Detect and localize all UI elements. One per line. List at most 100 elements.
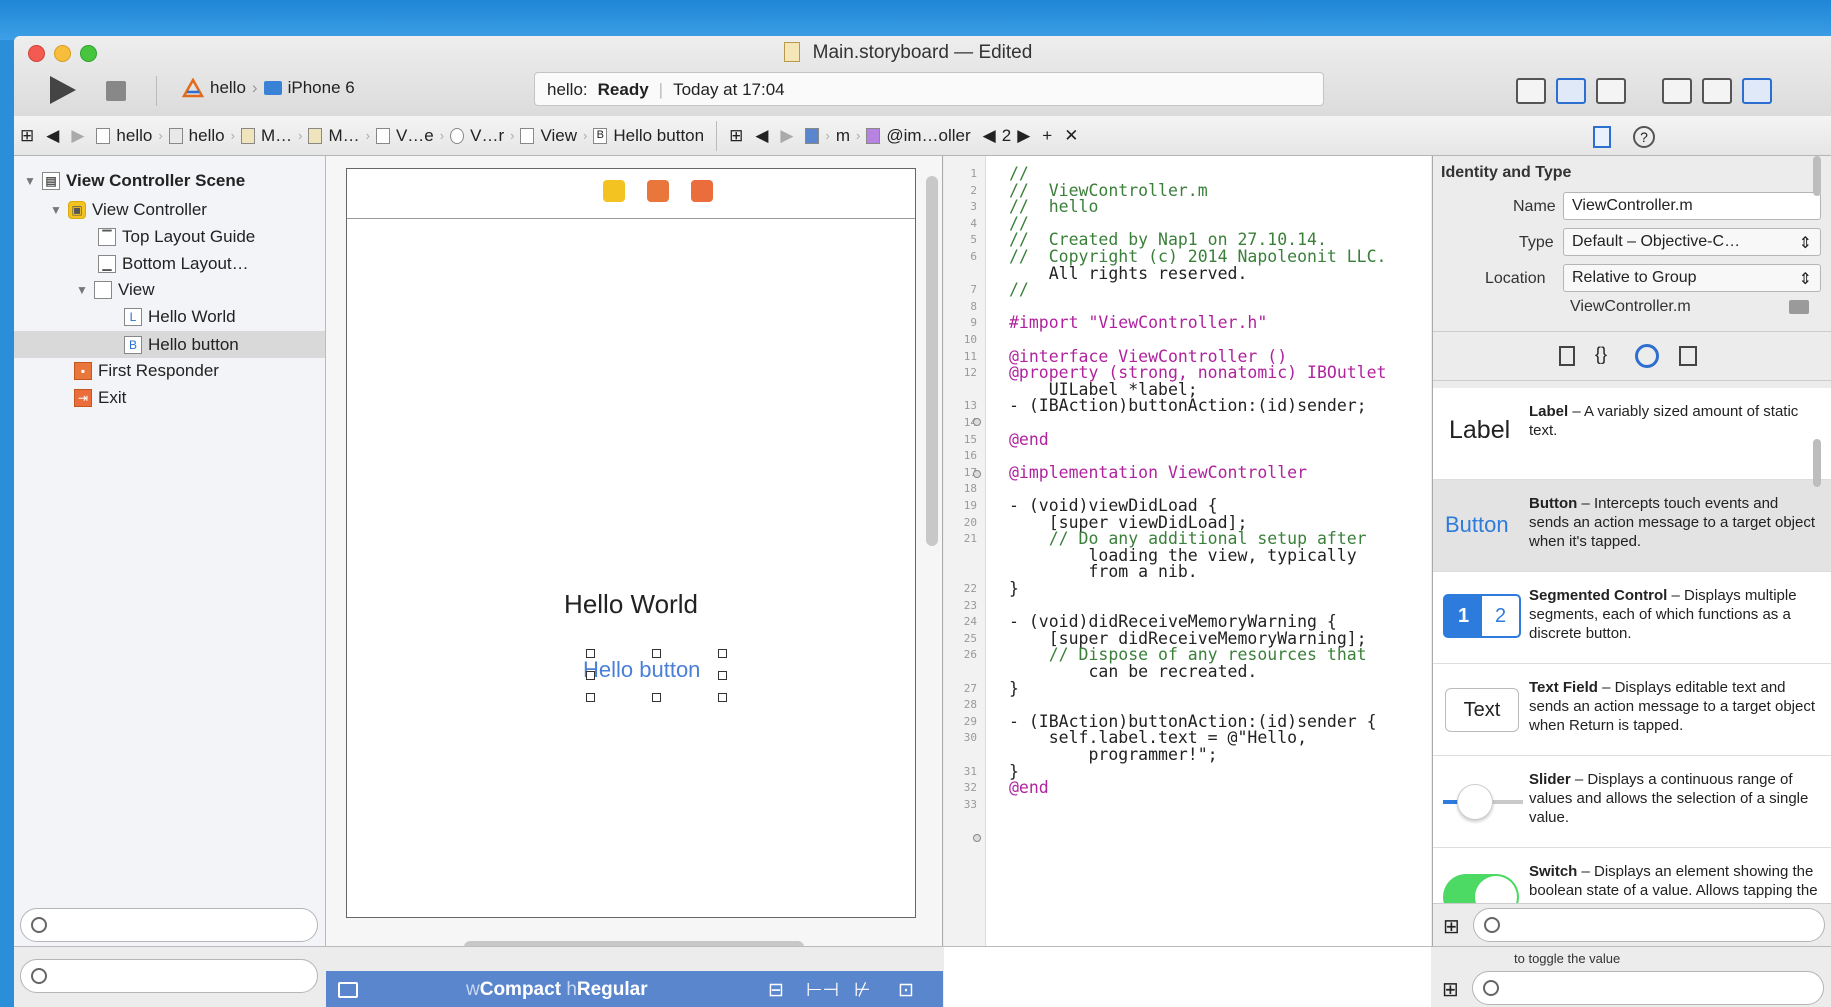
crumb-hello-button[interactable]: B Hello button [587,126,710,146]
toggle-utilities-icon[interactable] [1742,78,1772,104]
resolve-issues-icon[interactable]: ⊬ [854,979,871,1002]
file-template-library-icon[interactable] [1559,346,1575,366]
scheme-selector[interactable]: hello › iPhone 6 [182,78,355,98]
resize-handle[interactable] [652,693,661,702]
filter-icon [31,968,47,984]
crumb-view-controller[interactable]: V…r [444,126,510,146]
crumb-view[interactable]: View [514,126,583,146]
outline-bottom-layout-guide[interactable]: ▁ Bottom Layout… [98,252,249,276]
outline-label: Hello button [148,334,239,354]
dock-exit-icon[interactable] [691,180,713,202]
outline-hello-button[interactable]: B Hello button [14,331,325,358]
type-select[interactable]: Default – Objective-C… ⇕ [1563,228,1821,256]
inspector-scrollbar[interactable] [1813,156,1821,196]
outlet-connection-icon[interactable] [973,418,981,426]
vertical-scrollbar[interactable] [926,176,938,546]
outline-hello-world-label[interactable]: L Hello World [124,305,236,329]
align-icon[interactable]: ⊟ [768,979,784,1002]
assistant-editor-icon[interactable] [1556,78,1586,104]
toggle-debug-area-icon[interactable] [1702,78,1732,104]
library-item-label[interactable]: Label Label – A variably sized amount of… [1433,388,1831,480]
close-assistant-icon[interactable]: ✕ [1058,126,1084,146]
outline-view-controller[interactable]: ▼ ▣ View Controller [50,198,207,222]
outline-filter-field[interactable] [20,908,318,942]
storyboard-canvas[interactable]: Hello World Hello button wCompact hRegul… [326,156,943,988]
library-item-segmented-control[interactable]: 1 2 Segmented Control – Displays multipl… [1433,572,1831,664]
crumb-storyboard-base[interactable]: M… [302,126,365,146]
action-connection-icon[interactable] [973,470,981,478]
forward-arrow-icon[interactable]: ▶ [65,126,90,146]
assistant-mode-icon[interactable] [799,127,825,144]
crumb-implementation[interactable]: @im…oller [860,126,976,146]
run-button[interactable] [50,76,76,104]
crumb-m-file[interactable]: m [830,126,856,146]
location-select[interactable]: Relative to Group ⇕ [1563,264,1821,292]
pin-icon[interactable]: ⊢⊣ [806,979,839,1002]
ghost-library-filter[interactable] [1472,971,1824,1005]
dock-first-responder-icon[interactable] [647,180,669,202]
hello-world-label[interactable]: Hello World [347,589,915,620]
counterpart-stepper[interactable]: ◀ 2 ▶ [977,126,1037,146]
file-inspector-icon[interactable] [1593,126,1611,148]
resize-handle[interactable] [586,693,595,702]
library-item-button[interactable]: Button Button – Intercepts touch events … [1433,480,1831,572]
outline-first-responder[interactable]: ▪ First Responder [74,359,219,383]
crumb-scene[interactable]: V…e [370,126,440,146]
standard-editor-icon[interactable] [1516,78,1546,104]
ghost-size-class-bar[interactable]: wCompact hRegular ⊟ ⊢⊣ ⊬ ⊡ [326,971,943,1007]
view-controller-frame[interactable]: Hello World Hello button [346,168,916,918]
resize-handle[interactable] [718,649,727,658]
assistant-code-editor[interactable]: 1 2 3 4 5 6 7 8 9 10 11 12 13 14 15 16 17 18 19 20 21 22 23 24 2… [944,156,1431,946]
disclosure-triangle-icon[interactable]: ▼ [76,283,88,297]
resize-handle[interactable] [718,671,727,680]
resize-handle[interactable] [718,693,727,702]
library-item-text-field[interactable]: Text Text Field – Displays editable text… [1433,664,1831,756]
outline-label: Bottom Layout… [122,254,249,273]
quick-help-icon[interactable]: ? [1633,126,1655,148]
assistant-forward-icon[interactable]: ▶ [774,126,799,146]
outline-top-layout-guide[interactable]: ▔ Top Layout Guide [98,225,255,249]
grid-view-icon[interactable]: ⊞ [1443,914,1460,939]
crumb-storyboard[interactable]: M… [235,126,298,146]
related-items-icon[interactable]: ⊞ [14,126,40,146]
object-library-list[interactable]: Label Label – A variably sized amount of… [1433,388,1831,943]
assistant-back-icon[interactable]: ◀ [749,126,774,146]
line-number: 11 [963,349,977,363]
add-assistant-icon[interactable]: + [1036,126,1058,146]
outline-scene[interactable]: ▼ ▤ View Controller Scene [24,169,245,193]
object-library-icon[interactable] [1635,344,1659,368]
toggle-outline-icon[interactable] [338,982,358,998]
library-scrollbar[interactable] [1813,439,1821,487]
ghost-outline-filter[interactable] [20,959,318,993]
outline-view[interactable]: ▼ View [76,278,155,302]
segment-1: 1 [1445,596,1482,636]
version-editor-icon[interactable] [1596,78,1626,104]
outline-exit[interactable]: ⇥ Exit [74,386,126,410]
code-snippet-library-icon[interactable]: {} [1595,344,1607,365]
line-number: 33 [963,797,977,811]
resize-handle[interactable] [586,649,595,658]
action-connection-icon[interactable] [973,834,981,842]
ghost-grid-view-icon[interactable]: ⊞ [1442,977,1459,1002]
resize-handle[interactable] [586,671,595,680]
name-field[interactable]: ViewController.m [1563,192,1821,220]
stop-button[interactable] [106,81,126,101]
crumb-folder[interactable]: hello [163,126,231,146]
back-arrow-icon[interactable]: ◀ [40,126,65,146]
library-filter-field[interactable] [1473,908,1825,942]
library-item-slider[interactable]: Slider – Displays a continuous range of … [1433,756,1831,848]
toggle-navigator-icon[interactable] [1662,78,1692,104]
disclosure-triangle-icon[interactable]: ▼ [24,174,36,188]
disclosure-triangle-icon[interactable]: ▼ [50,203,62,217]
crumb-project[interactable]: hello [90,126,158,146]
assistant-related-icon[interactable]: ⊞ [723,126,749,146]
outline-label: View Controller Scene [66,171,246,190]
resize-handle[interactable] [652,649,661,658]
filter-icon [31,917,47,933]
resizing-behavior-icon[interactable]: ⊡ [898,979,914,1002]
media-library-icon[interactable] [1679,346,1697,366]
dock-view-controller-icon[interactable] [603,180,625,202]
line-number: 6 [970,250,977,263]
hello-button[interactable]: Hello button [583,657,700,683]
folder-icon[interactable] [1789,300,1809,314]
